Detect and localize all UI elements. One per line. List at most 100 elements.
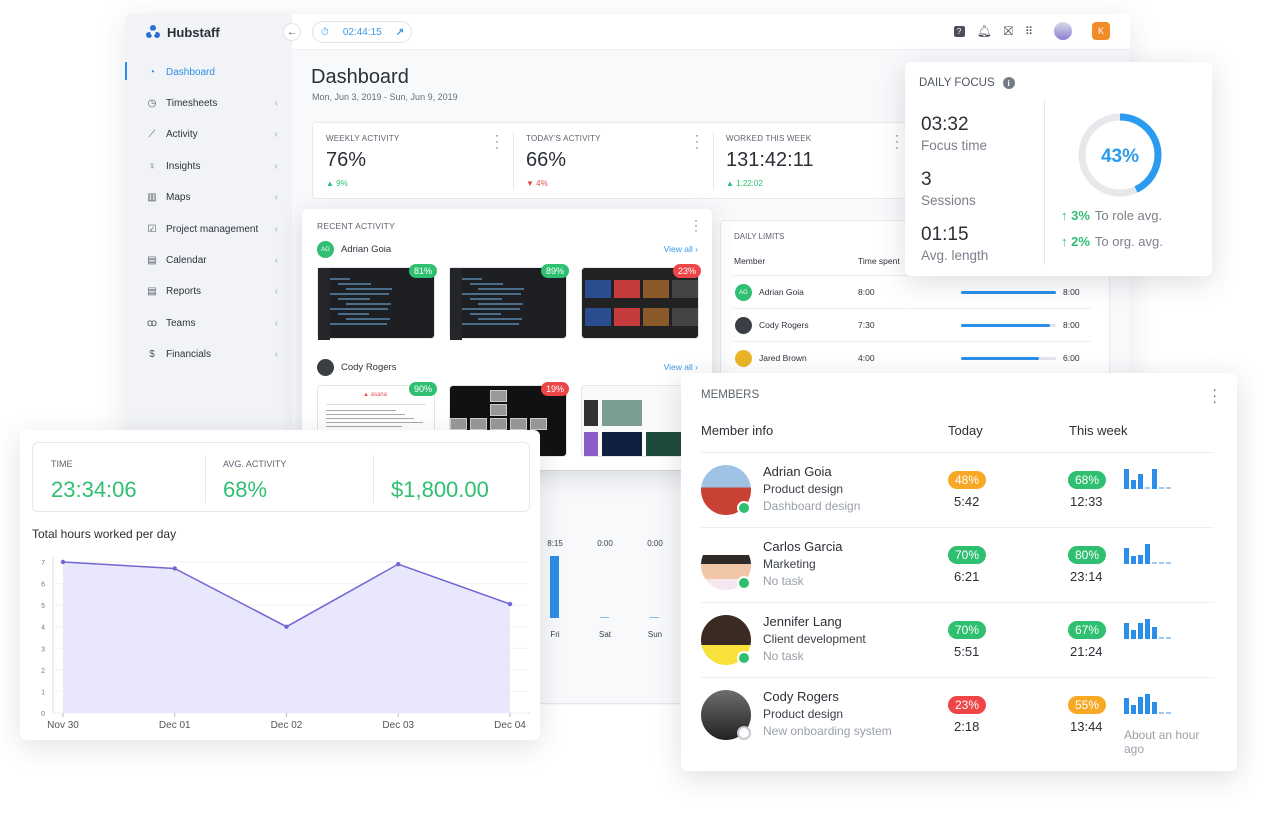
info-icon[interactable]: i: [1002, 77, 1015, 89]
bar-value-label: 8:15: [547, 539, 563, 548]
brand-logo[interactable]: Hubstaff: [145, 24, 220, 40]
kebab-menu-icon[interactable]: · · ·: [1212, 382, 1217, 408]
screenshot-thumbnail[interactable]: 81%: [317, 264, 437, 340]
sidebar-item-activity[interactable]: ⟋ Activity ‹: [125, 125, 292, 145]
chevron-left-icon[interactable]: ‹: [275, 98, 278, 109]
view-all-link[interactable]: View all ›: [664, 362, 698, 372]
apps-grid-icon[interactable]: ⠿: [1025, 25, 1033, 38]
stat-change: ▲ 1:22:02: [726, 179, 763, 188]
activity-user[interactable]: Cody Rogers: [317, 359, 396, 376]
divider: [540, 703, 680, 704]
daily-limit: 8:00: [1063, 320, 1080, 330]
stat-change: ▲ 9%: [326, 179, 348, 188]
member-name[interactable]: Carlos Garcia: [763, 539, 842, 554]
chevron-left-icon[interactable]: ‹: [275, 286, 278, 297]
divider: [373, 455, 374, 503]
help-icon[interactable]: ?: [953, 25, 965, 37]
open-timer-arrow-icon[interactable]: ↗: [396, 27, 404, 38]
chevron-left-icon[interactable]: ‹: [275, 255, 278, 266]
sidebar-item-reports[interactable]: ▤ Reports ‹: [125, 282, 292, 302]
kebab-menu-icon[interactable]: · · ·: [694, 214, 698, 236]
screenshot-thumbnail[interactable]: 23%: [581, 264, 701, 339]
gift-icon[interactable]: ⛝: [1004, 24, 1013, 39]
mini-bar: [1131, 556, 1136, 564]
focus-ring: 43%: [1078, 113, 1162, 197]
mini-bar: [1124, 469, 1129, 489]
x-tick-label: Dec 02: [271, 720, 303, 731]
member-name[interactable]: Adrian Goia: [763, 464, 832, 479]
sidebar-item-financials[interactable]: $ Financials ‹: [125, 345, 292, 365]
screenshot-thumbnail[interactable]: 89%: [449, 264, 569, 340]
daily-limit-row[interactable]: Jared Brown 4:00 6:00: [733, 341, 1091, 374]
day-bar[interactable]: [650, 617, 659, 618]
area-fill: [63, 562, 510, 713]
collapse-sidebar-button[interactable]: ←: [283, 23, 301, 41]
member-row[interactable]: Carlos Garcia Marketing No task 70% 6:21 80% 2…: [701, 527, 1214, 602]
chevron-left-icon[interactable]: ‹: [275, 161, 278, 172]
chevron-left-icon[interactable]: ‹: [275, 318, 278, 329]
map-icon: ▥: [147, 192, 157, 204]
kebab-menu-icon[interactable]: · · ·: [695, 129, 699, 153]
time-spent: 7:30: [858, 320, 875, 330]
today-time: 2:18: [954, 719, 980, 734]
chevron-left-icon[interactable]: ‹: [275, 224, 278, 235]
data-point[interactable]: [507, 601, 513, 607]
data-point[interactable]: [172, 566, 177, 571]
member-name[interactable]: Cody Rogers: [763, 689, 839, 704]
focus-metric-value: 3: [921, 169, 932, 190]
date-range[interactable]: Mon, Jun 3, 2019 - Sun, Jun 9, 2019: [312, 92, 458, 102]
data-point[interactable]: [396, 561, 401, 567]
focus-metric-value: 03:32: [921, 114, 969, 135]
member-row[interactable]: Jennifer Lang Client development No task 70…: [701, 602, 1214, 677]
data-point[interactable]: [284, 624, 289, 629]
focus-metric-value: 01:15: [921, 224, 969, 245]
time-spent: 4:00: [858, 353, 875, 363]
recent-activity-title: RECENT ACTIVITY: [317, 221, 395, 231]
daily-limit-row[interactable]: Cody Rogers 7:30 8:00: [733, 308, 1091, 341]
daily-limit: 8:00: [1063, 287, 1080, 297]
x-tick-label: Dec 03: [382, 720, 414, 731]
sidebar-item-teams[interactable]: ꝏ Teams ‹: [125, 313, 292, 333]
kebab-menu-icon[interactable]: · · ·: [495, 129, 499, 153]
mini-bar: [1138, 555, 1143, 564]
chevron-left-icon[interactable]: ‹: [275, 192, 278, 203]
member-row[interactable]: Cody Rogers Product design New onboarding …: [701, 677, 1214, 756]
chevron-left-icon[interactable]: ‹: [275, 129, 278, 140]
last-seen: About an hour ago: [1124, 728, 1200, 756]
divider: [205, 455, 206, 503]
day-bar[interactable]: [550, 556, 559, 618]
chevron-left-icon[interactable]: ‹: [275, 349, 278, 360]
sidebar-item-dashboard[interactable]: ◔ Dashboard: [125, 62, 292, 82]
sidebar-item-timesheets[interactable]: ◷ Timesheets ‹: [125, 93, 292, 113]
sidebar-item-insights[interactable]: ♀ Insights ‹: [125, 156, 292, 176]
mini-bar: [1159, 562, 1164, 564]
day-bar[interactable]: [600, 617, 609, 618]
data-point[interactable]: [60, 559, 66, 565]
stat-change: ▼ 4%: [526, 179, 548, 188]
time-summary-card: TIME 23:34:06 AVG. ACTIVITY 68% $1,800.00 To…: [20, 430, 540, 740]
mini-bar: [1138, 474, 1143, 489]
view-all-link[interactable]: View all ›: [664, 244, 698, 254]
member-row[interactable]: Adrian Goia Product design Dashboard desig…: [701, 452, 1214, 527]
user-avatar[interactable]: [1054, 22, 1072, 40]
mini-bar: [1159, 637, 1164, 639]
org-avatar[interactable]: K: [1092, 22, 1110, 40]
activity-user[interactable]: AG Adrian Goia: [317, 241, 391, 258]
sidebar-item-label: Financials: [166, 349, 212, 361]
sidebar-item-calendar[interactable]: ▤ Calendar ‹: [125, 250, 292, 270]
col-this-week: This week: [1069, 423, 1128, 438]
kebab-menu-icon[interactable]: · · ·: [895, 129, 899, 153]
today-time: 5:42: [954, 494, 980, 509]
bell-icon[interactable]: 🔔︎: [977, 24, 992, 38]
sidebar-item-project-management[interactable]: ☑ Project management ‹: [125, 219, 292, 239]
daily-limit-row[interactable]: AG Adrian Goia 8:00 8:00: [733, 275, 1091, 308]
sidebar-item-label: Insights: [166, 160, 201, 172]
week-time: 12:33: [1070, 494, 1103, 509]
y-tick-label: 4: [41, 625, 45, 632]
member-name[interactable]: Jennifer Lang: [763, 614, 842, 629]
sidebar-item-maps[interactable]: ▥ Maps ‹: [125, 188, 292, 208]
divider: [513, 132, 514, 190]
weekly-mini-bars: [1124, 544, 1171, 564]
timer-widget[interactable]: ⏱ 02:44:15 ↗: [312, 21, 412, 43]
mini-bar: [1138, 697, 1143, 714]
